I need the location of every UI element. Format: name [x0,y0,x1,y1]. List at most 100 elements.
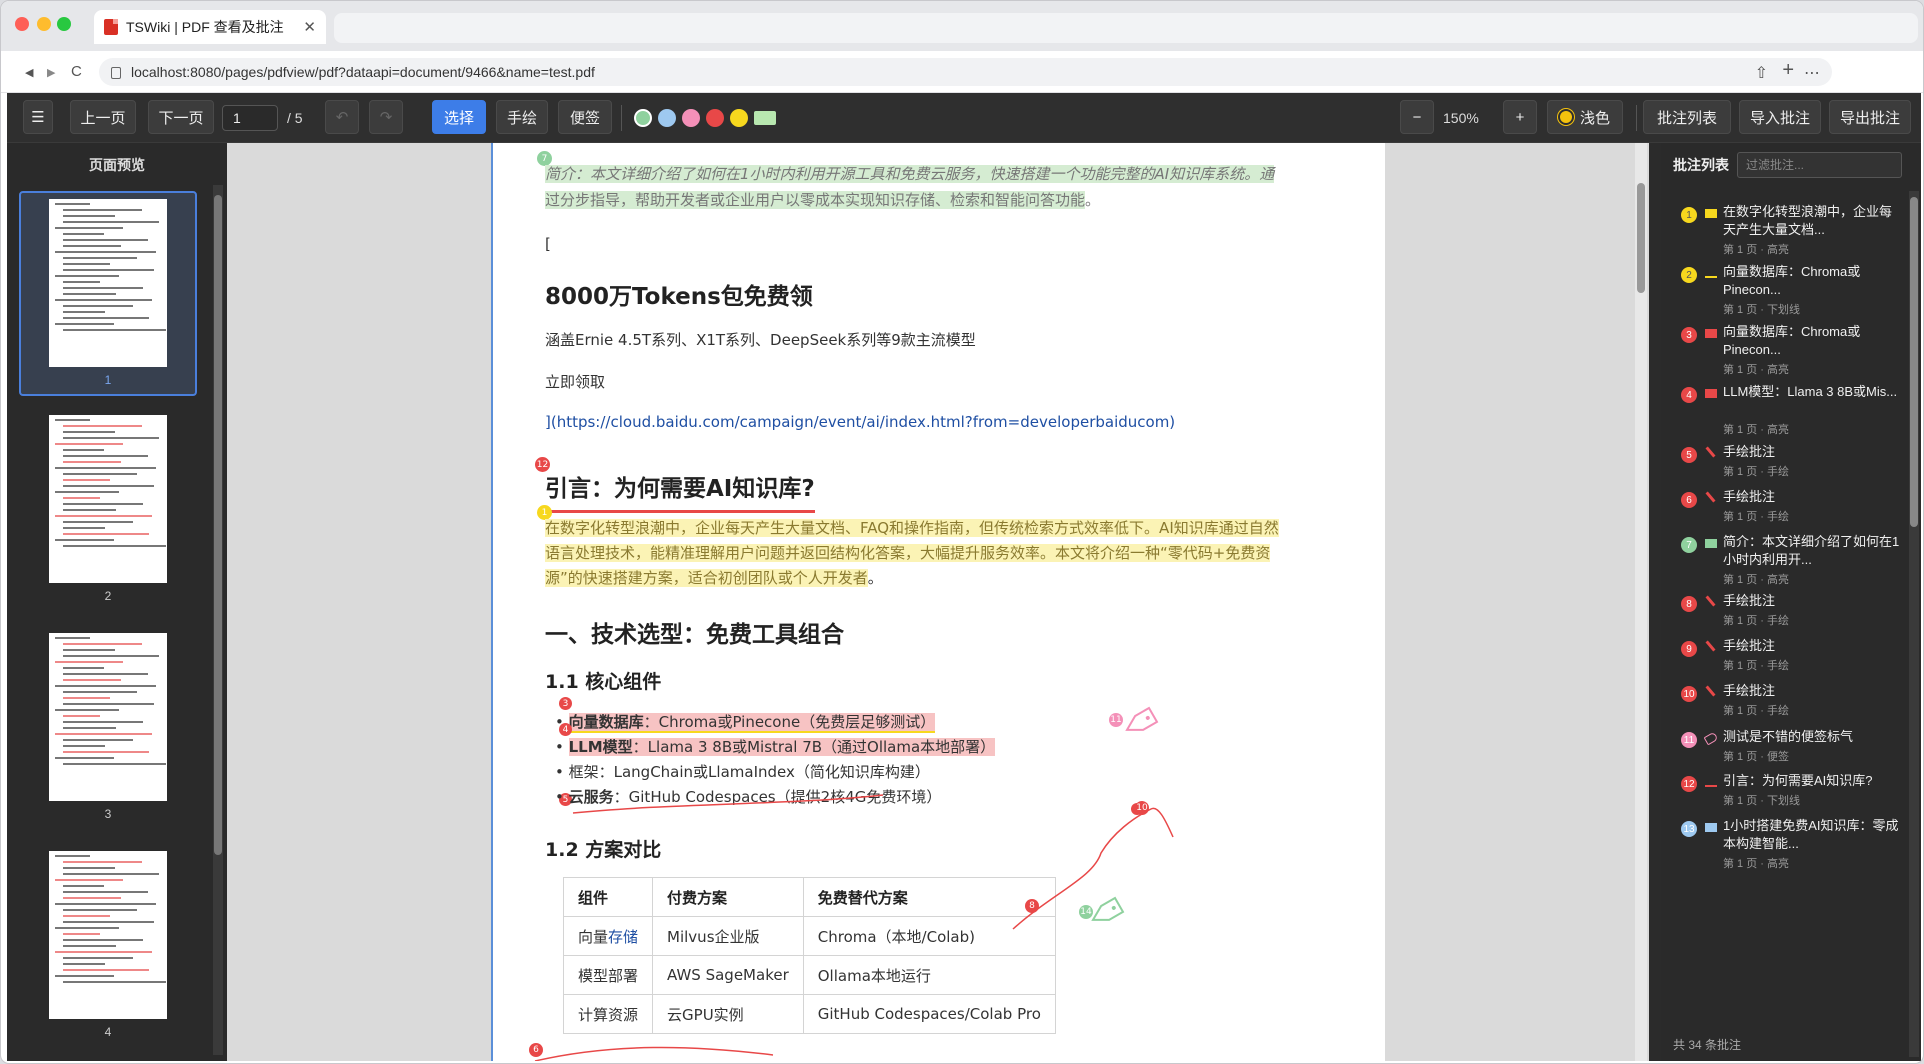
thumbnail-line [63,921,154,923]
preview-scrollbar[interactable] [213,185,223,1055]
browser-tab[interactable]: TSWiki | PDF 查看及批注 ✕ [94,10,326,44]
next-page-button[interactable]: 下一页 [148,100,214,134]
thumbnail-line [63,545,166,547]
thumbnail-line [63,933,100,935]
annotation-list-button[interactable]: 批注列表 [1643,100,1731,134]
annotation-scroll-thumb[interactable] [1910,197,1918,527]
thumbnail-line [63,239,148,241]
redo-button[interactable]: ↷ [369,100,403,134]
color-swatch-blue[interactable] [658,109,676,127]
zoom-out-button[interactable]: − [1400,100,1434,134]
select-tool-button[interactable]: 选择 [432,100,486,134]
forward-icon[interactable]: ▶ [47,66,55,79]
thumbnail-line [63,437,159,439]
annotation-item[interactable]: 3 向量数据库：Chroma或Pinecon... 第 1 页 · 高亮 [1671,323,1905,385]
close-window-button[interactable] [15,17,29,31]
thumbnail-line [55,709,119,711]
annotation-item[interactable]: 11 测试是不错的便签标气第 1 页 · 便签 [1671,728,1905,776]
prev-page-button[interactable]: 上一页 [70,100,136,134]
color-swatch-pink[interactable] [682,109,700,127]
draw-tool-button[interactable]: 手绘 [496,100,548,134]
thumbnail-line [63,269,154,271]
annotation-item[interactable]: 7 简介：本文详细介绍了如何在1小时内利用开... 第 1 页 · 高亮 [1671,533,1905,595]
note-tool-button[interactable]: 便签 [558,100,612,134]
maximize-window-button[interactable] [57,17,71,31]
annotation-item[interactable]: 12 引言：为何需要AI知识库? 第 1 页 · 下划线 [1671,772,1905,820]
page-number-input[interactable]: 1 [222,105,278,131]
annotation-item[interactable]: 9 手绘批注第 1 页 · 手绘 [1671,637,1905,685]
annotation-item[interactable]: 8 手绘批注第 1 页 · 手绘 [1671,592,1905,640]
back-icon[interactable]: ◀ [25,66,33,79]
annotation-meta: 第 1 页 · 手绘 [1723,660,1790,672]
annotation-marker[interactable]: 8 [1025,899,1039,913]
thumbnail-line [55,491,119,493]
annotation-meta: 第 1 页 · 高亮 [1723,858,1790,870]
annotation-item[interactable]: 1 在数字化转型浪潮中，企业每天产生大量文档... 第 1 页 · 高亮 [1671,203,1905,265]
annotation-number: 2 [1681,267,1697,283]
annotation-item[interactable]: 4 LLM模型：Llama 3 8B或Mis... 第 1 页 · 高亮 [1671,383,1905,445]
viewer-scrollbar[interactable] [1635,143,1647,1061]
annotation-meta: 第 1 页 · 高亮 [1723,574,1790,586]
annotation-item[interactable]: 13 1小时搭建免费AI知识库：零成本构建智能... 第 1 页 · 高亮 [1671,817,1905,879]
note-tag-icon[interactable] [1089,896,1125,927]
annotation-scrollbar[interactable] [1909,191,1919,1057]
color-swatch-green[interactable] [634,109,652,127]
thumbnail-line [55,685,157,687]
tab-strip-empty [334,13,1918,43]
freehand-stroke-underline[interactable] [572,794,884,814]
annotation-marker[interactable]: 11 [1109,713,1123,727]
add-icon[interactable]: + [1782,59,1794,82]
annotation-item[interactable]: 5 手绘批注第 1 页 · 手绘 [1671,443,1905,491]
thumbnail-page-4[interactable]: 4 [19,845,197,1050]
thumbnail-line [63,455,148,457]
thumbnail-line [55,757,114,759]
reload-icon[interactable]: C [71,63,82,80]
thumbnail-line [63,861,143,863]
sun-icon [1559,111,1572,123]
url-text: localhost:8080/pages/pdfview/pdf?dataapi… [131,64,595,80]
annotation-filter-input[interactable]: 过滤批注... [1737,152,1902,178]
minimize-window-button[interactable] [37,17,51,31]
share-icon[interactable]: ⇧ [1755,63,1768,83]
thumbnail-line [55,733,152,735]
import-annotations-button[interactable]: 导入批注 [1739,100,1821,134]
annotation-marker[interactable]: 6 [529,1043,543,1057]
thumbnail-page-1[interactable]: 1 [19,191,197,396]
annotation-number: 12 [1681,776,1697,792]
freehand-stroke-bottom[interactable] [534,1046,774,1061]
thumbnail-line [63,655,159,657]
zoom-in-button[interactable]: + [1503,100,1537,134]
annotation-marker[interactable]: 14 [1079,905,1093,919]
address-bar[interactable]: localhost:8080/pages/pdfview/pdf?dataapi… [99,58,1832,86]
annotation-text: 测试是不错的便签标气 [1723,729,1854,744]
thumbnail-line [63,521,133,523]
export-annotations-button[interactable]: 导出批注 [1829,100,1911,134]
annotation-meta: 第 1 页 · 手绘 [1723,615,1790,627]
annotation-item[interactable]: 10 手绘批注第 1 页 · 手绘 [1671,682,1905,730]
color-swatch-lightgreen[interactable] [754,111,776,125]
annotation-meta: 第 1 页 · 高亮 [1723,424,1790,436]
page-total: / 5 [287,110,303,126]
menu-button[interactable]: ☰ [23,100,53,134]
thumbnail-line [55,975,114,977]
close-tab-icon[interactable]: ✕ [303,18,316,36]
annotation-item[interactable]: 2 向量数据库：Chroma或Pinecon... 第 1 页 · 下划线 [1671,263,1905,325]
thumbnail-line [63,697,111,699]
more-icon[interactable]: ⋯ [1804,63,1820,83]
viewer-scroll-thumb[interactable] [1637,183,1645,293]
thumbnail-line [63,885,105,887]
annotation-marker[interactable]: 10 [1135,801,1149,815]
note-tag-icon[interactable] [1123,706,1159,737]
annotation-item[interactable]: 6 手绘批注第 1 页 · 手绘 [1671,488,1905,536]
undo-button[interactable]: ↶ [325,100,359,134]
preview-scroll-thumb[interactable] [214,195,222,855]
thumbnail-line [55,879,124,881]
thumbnail-page-3[interactable]: 3 [19,627,197,832]
thumbnail-line [55,515,152,517]
thumbnail-number: 4 [104,1025,112,1039]
theme-toggle-button[interactable]: 浅色 [1547,100,1623,134]
color-swatch-yellow[interactable] [730,109,748,127]
thumbnail-page-2[interactable]: 2 [19,409,197,614]
color-swatch-red[interactable] [706,109,724,127]
thumbnail-line [63,981,166,983]
